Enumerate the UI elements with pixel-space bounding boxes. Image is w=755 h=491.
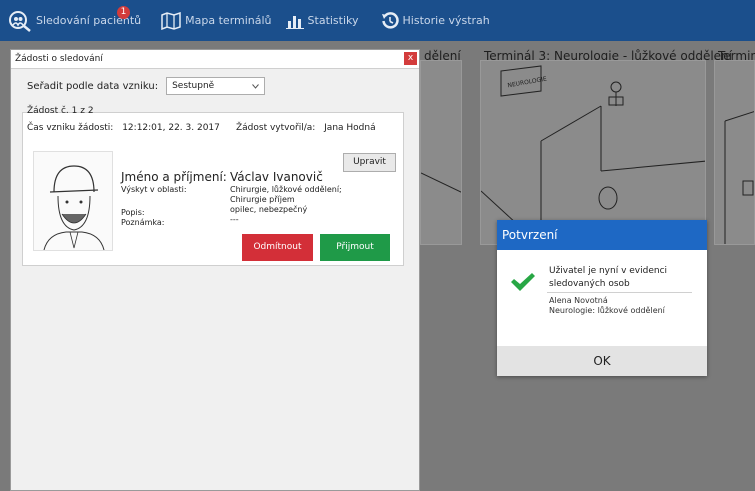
sort-label: Seřadit podle data vzniku: [27,80,159,92]
patient-photo [33,151,113,251]
sort-order-select[interactable]: Sestupně [166,77,266,95]
terminal-card-right[interactable] [714,60,755,245]
reject-button[interactable]: Odmítnout [242,234,313,261]
terminal-drawing-3: NEUROLOGIE [481,65,705,244]
terminal-card-3[interactable]: NEUROLOGIE [480,60,706,245]
edit-button[interactable]: Upravit [343,153,396,172]
description-label: Popis: [121,208,145,217]
dialog-title: Potvrzení [497,220,707,250]
dialog-message: Uživatel je nyní v evidenci sledovaných … [549,266,668,289]
area-value-1: Chirurgie, lůžkové oddělení; [230,185,342,194]
notification-badge: 1 [117,6,130,19]
nav-item-statistics[interactable]: Statistiky [285,0,359,41]
patient-name: Václav Ivanovič [230,170,323,184]
requests-window-titlebar: Žádosti o sledování x [11,50,419,69]
nav-item-terminal-map[interactable]: Mapa terminálů [161,0,272,41]
name-label: Jméno a příjmení: [121,170,227,184]
dialog-person: Alena Novotná Neurologie: lůžkové odděle… [549,296,665,316]
accept-button[interactable]: Přijmout [320,234,390,261]
created-label: Čas vzniku žádosti: [27,123,114,133]
chevron-down-icon [252,83,259,89]
nav-label-statistics: Statistiky [307,14,359,27]
patient-portrait-sketch [43,165,105,251]
nav-item-alert-history[interactable]: Historie výstrah [381,0,490,41]
dialog-separator [547,292,692,293]
dialog-person-name: Alena Novotná [549,296,608,305]
terminal-card-left[interactable] [420,60,462,245]
request-author: Žádost vytvořil/a: Jana Hodná [236,123,376,133]
nav-item-patient-tracking[interactable]: Sledování pacientů 1 [8,0,141,41]
top-navigation-bar: Sledování pacientů 1 Mapa terminálů Stat… [0,0,755,41]
nav-label-terminal-map: Mapa terminálů [185,14,272,27]
author-label: Žádost vytvořil/a: [236,123,316,133]
created-value: 12:12:01, 22. 3. 2017 [122,123,220,133]
close-button[interactable]: x [404,52,417,65]
sort-order-value: Sestupně [172,81,215,91]
map-icon [161,11,181,30]
terminal-drawing-left [421,172,461,193]
terminal-drawing-right [724,111,754,244]
created-time: Čas vzniku žádosti: 12:12:01, 22. 3. 201… [27,123,220,133]
dialog-department: Neurologie: lůžkové oddělení [549,306,665,315]
bar-chart-icon [285,15,304,29]
area-label: Výskyt v oblasti: [121,185,187,194]
history-icon [381,11,399,29]
requests-window: Žádosti o sledování x Seřadit podle data… [10,49,420,491]
author-value: Jana Hodná [324,123,376,133]
nav-label-alert-history: Historie výstrah [402,14,490,27]
description-value: opilec, nebezpečný [230,205,308,214]
checkmark-icon [511,273,535,291]
confirmation-dialog: Potvrzení Uživatel je nyní v evidenci sl… [497,220,707,376]
note-label: Poznámka: [121,218,165,227]
request-counter: Žádost č. 1 z 2 [27,106,94,116]
requests-window-title: Žádosti o sledování [15,54,103,64]
request-card: Čas vzniku žádosti: 12:12:01, 22. 3. 201… [22,112,404,266]
sort-row: Seřadit podle data vzniku: Sestupně [27,77,266,95]
area-value-2: Chirurgie příjem [230,195,295,204]
note-value: --- [230,215,239,224]
people-search-icon [9,10,31,32]
ok-button[interactable]: OK [497,346,707,376]
